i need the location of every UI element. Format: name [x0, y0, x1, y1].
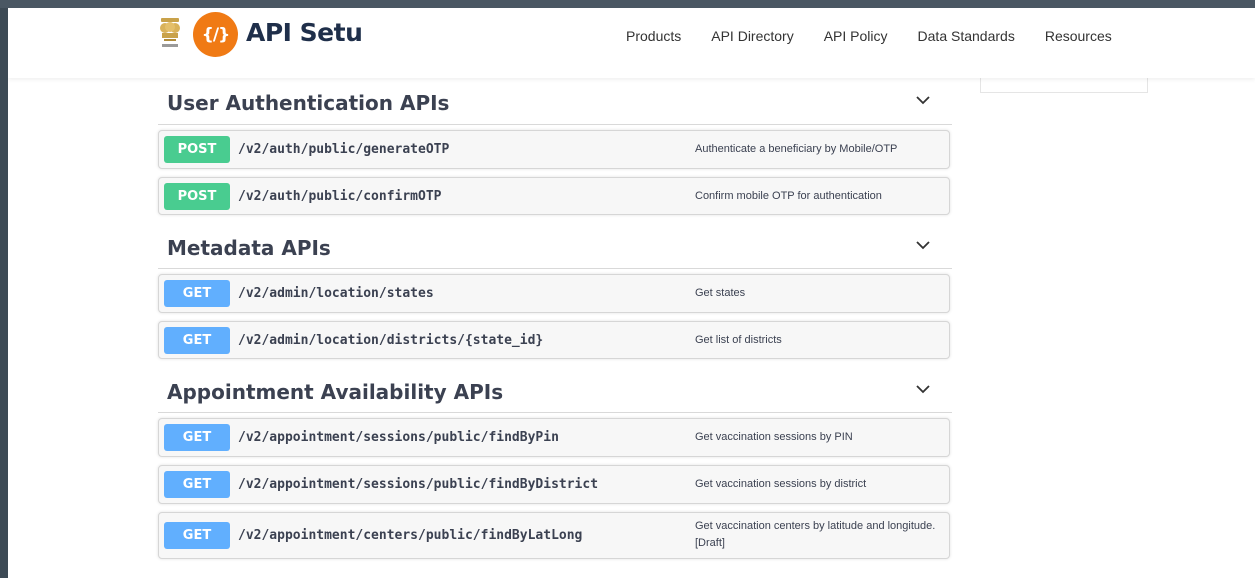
endpoint-description: Authenticate a beneficiary by Mobile/OTP: [695, 143, 898, 155]
endpoint-description: Get states: [695, 287, 746, 299]
nav-api-directory[interactable]: API Directory: [711, 28, 793, 44]
api-operation[interactable]: GET /v2/admin/location/districts/{state_…: [158, 321, 950, 359]
endpoint-description: Get list of districts: [695, 334, 782, 346]
logo-glyph: {/}: [201, 24, 230, 45]
endpoint-path: /v2/admin/location/districts/{state_id}: [238, 333, 544, 348]
brand-name[interactable]: API Setu: [246, 18, 363, 47]
endpoint-description: Get vaccination sessions by PIN: [695, 431, 853, 443]
api-setu-logo[interactable]: {/}: [193, 12, 238, 57]
section-title: Appointment Availability APIs: [167, 380, 504, 404]
nav-resources[interactable]: Resources: [1045, 28, 1112, 44]
section-header-appointment-availability[interactable]: Appointment Availability APIs: [158, 367, 952, 413]
endpoint-description: Get vaccination sessions by district: [695, 478, 867, 490]
endpoint-path: /v2/auth/public/confirmOTP: [238, 189, 442, 204]
method-badge: GET: [164, 327, 230, 354]
endpoint-description: Get vaccination centers by latitude and …: [695, 520, 936, 549]
endpoint-path: /v2/appointment/centers/public/findByLat…: [238, 528, 583, 543]
state-emblem-icon: [160, 18, 180, 47]
endpoint-description: Confirm mobile OTP for authentication: [695, 190, 882, 202]
chevron-down-icon[interactable]: [916, 241, 930, 250]
api-operation[interactable]: POST /v2/auth/public/generateOTP Authent…: [158, 130, 950, 169]
nav-data-standards[interactable]: Data Standards: [918, 28, 1015, 44]
window-frame: [0, 0, 1255, 8]
api-operation[interactable]: GET /v2/appointment/sessions/public/find…: [158, 418, 950, 457]
endpoint-path: /v2/appointment/sessions/public/findByPi…: [238, 430, 559, 445]
section-header-user-auth[interactable]: User Authentication APIs: [158, 78, 952, 125]
endpoint-path: /v2/appointment/sessions/public/findByDi…: [238, 477, 599, 492]
nav-links: Products API Directory API Policy Data S…: [626, 28, 1112, 44]
chevron-down-icon[interactable]: [916, 385, 930, 394]
endpoint-path: /v2/auth/public/generateOTP: [238, 142, 450, 157]
nav-products[interactable]: Products: [626, 28, 681, 44]
api-operation[interactable]: GET /v2/appointment/centers/public/findB…: [158, 512, 950, 559]
method-badge: GET: [164, 280, 230, 307]
nav-api-policy[interactable]: API Policy: [824, 28, 888, 44]
method-badge: GET: [164, 522, 230, 549]
api-operation[interactable]: GET /v2/appointment/sessions/public/find…: [158, 465, 950, 504]
section-title: Metadata APIs: [167, 236, 331, 260]
section-header-metadata[interactable]: Metadata APIs: [158, 223, 952, 269]
method-badge: GET: [164, 471, 230, 498]
api-operation[interactable]: GET /v2/admin/location/states Get states: [158, 274, 950, 313]
page: {/} API Setu Products API Directory API …: [8, 8, 1255, 578]
section-title: User Authentication APIs: [167, 91, 450, 115]
method-badge: POST: [164, 136, 230, 163]
top-navbar: {/} API Setu Products API Directory API …: [8, 8, 1255, 78]
api-sections: User Authentication APIs POST /v2/auth/p…: [158, 78, 952, 567]
method-badge: POST: [164, 183, 230, 210]
chevron-down-icon[interactable]: [916, 96, 930, 105]
endpoint-path: /v2/admin/location/states: [238, 286, 434, 301]
api-operation[interactable]: POST /v2/auth/public/confirmOTP Confirm …: [158, 177, 950, 215]
method-badge: GET: [164, 424, 230, 451]
